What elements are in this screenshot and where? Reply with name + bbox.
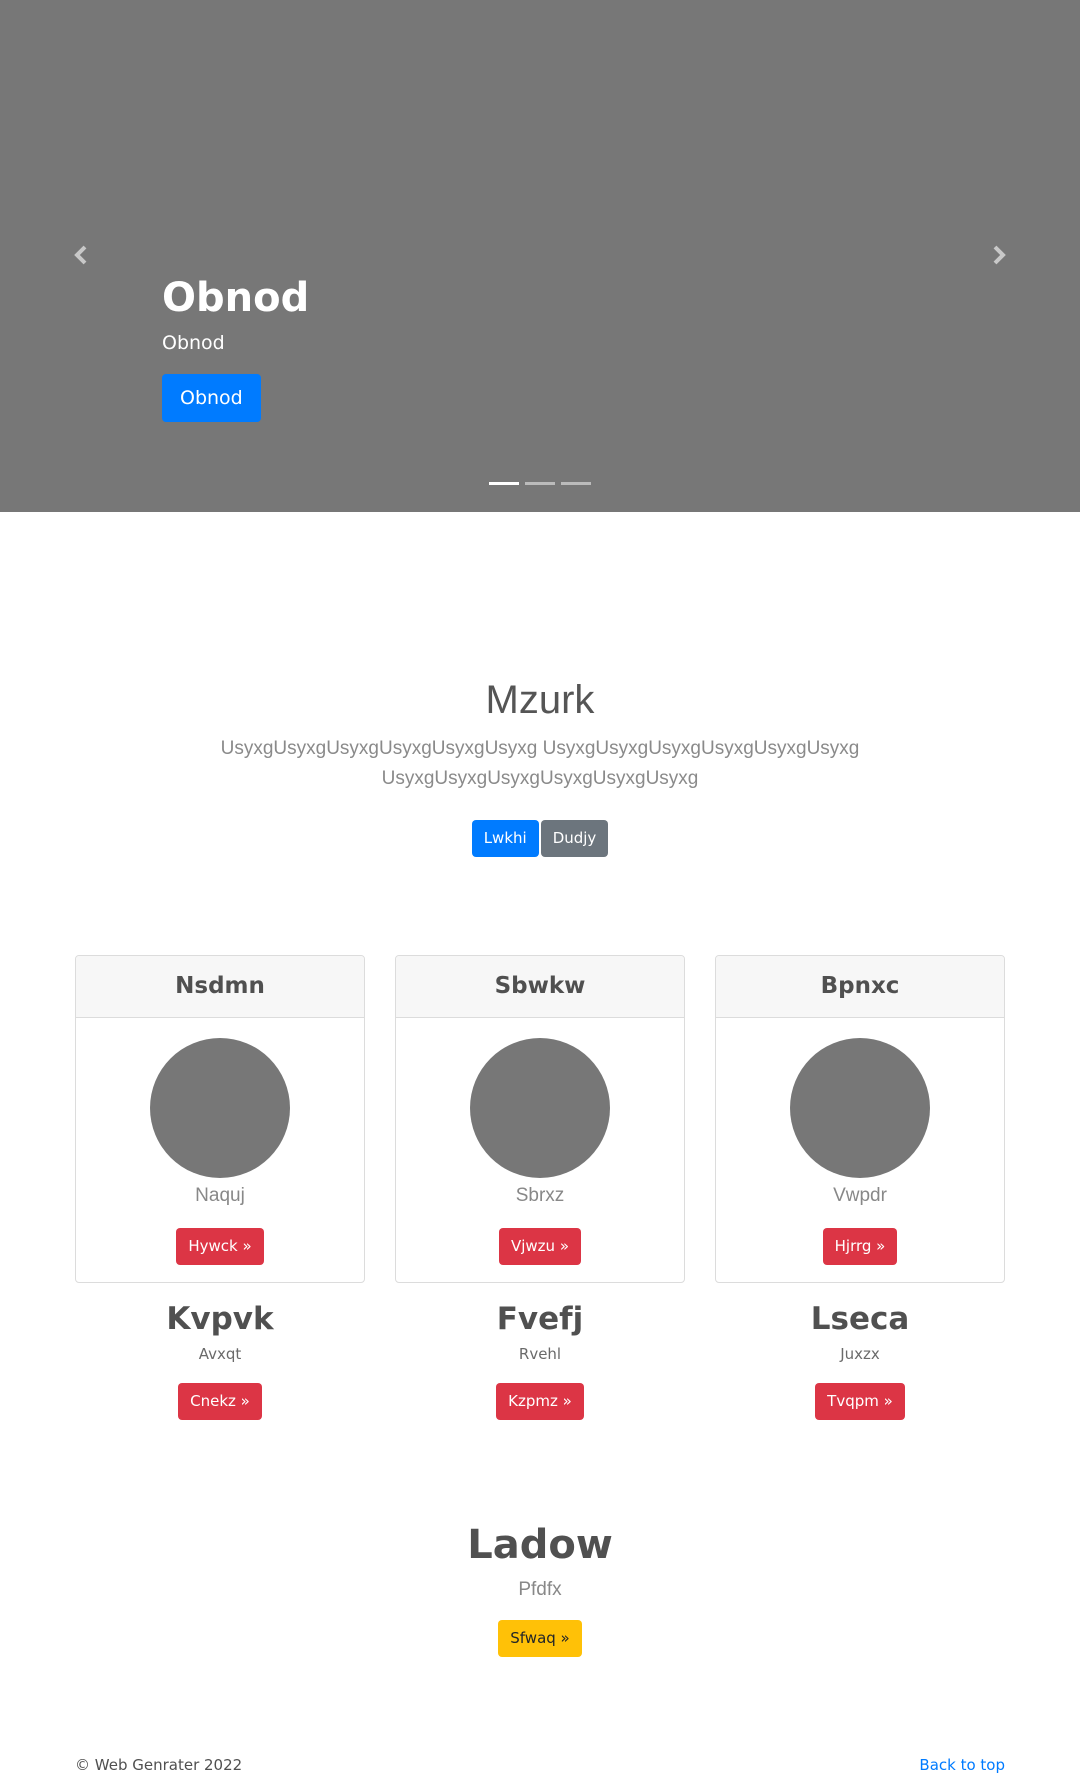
carousel-indicators xyxy=(489,482,591,485)
card-header: Nsdmn xyxy=(76,956,364,1018)
jumbotron-title: Mzurk xyxy=(485,678,595,722)
column: Kvpvk Avxqt Cnekz » xyxy=(75,1297,365,1420)
card-header: Bpnxc xyxy=(716,956,1004,1018)
carousel-prev-button[interactable] xyxy=(66,240,96,270)
card: Nsdmn Naquj Hywck » xyxy=(75,955,365,1283)
card-body: Vwpdr Hjrrg » xyxy=(716,1018,1004,1265)
footer: © Web Genrater 2022 Back to top xyxy=(75,1756,1005,1774)
column-text: Juxzx xyxy=(840,1345,880,1363)
featured-button[interactable]: Sfwaq » xyxy=(498,1620,582,1657)
jumbotron-secondary-button[interactable]: Dudjy xyxy=(540,820,609,857)
feature-columns: Kvpvk Avxqt Cnekz » Fvefj Rvehl Kzpmz » … xyxy=(75,1297,1005,1420)
card-button[interactable]: Hywck » xyxy=(176,1228,264,1265)
featured-title: Ladow xyxy=(467,1522,613,1568)
card-deck: Nsdmn Naquj Hywck » Sbwkw Sbrxz Vjwzu » … xyxy=(75,955,1005,1283)
column-title: Fvefj xyxy=(496,1301,584,1337)
carousel-indicator-3[interactable] xyxy=(561,482,591,485)
card-header: Sbwkw xyxy=(396,956,684,1018)
column: Fvefj Rvehl Kzpmz » xyxy=(395,1297,685,1420)
chevron-right-icon xyxy=(993,245,1006,265)
column-text: Rvehl xyxy=(518,1345,562,1363)
carousel-caption: Obnod Obnod Obnod xyxy=(162,270,309,422)
card-text: Vwpdr xyxy=(833,1185,887,1206)
carousel-indicator-1[interactable] xyxy=(489,482,519,485)
featured-section: Ladow Pfdfx Sfwaq » xyxy=(0,1518,1080,1657)
avatar xyxy=(790,1038,930,1178)
card-body: Sbrxz Vjwzu » xyxy=(396,1018,684,1265)
column-button[interactable]: Cnekz » xyxy=(178,1383,262,1420)
carousel-next-button[interactable] xyxy=(984,240,1014,270)
column: Lseca Juxzx Tvqpm » xyxy=(715,1297,1005,1420)
hero-carousel: Obnod Obnod Obnod xyxy=(0,0,1080,512)
footer-copyright: © Web Genrater 2022 xyxy=(75,1756,243,1774)
carousel-subtitle: Obnod xyxy=(162,332,225,354)
card-text: Naquj xyxy=(195,1185,245,1206)
jumbotron-buttons: Lwkhi Dudjy xyxy=(0,820,1080,857)
featured-text: Pfdfx xyxy=(518,1579,562,1600)
column-button[interactable]: Kzpmz » xyxy=(496,1383,584,1420)
column-button[interactable]: Tvqpm » xyxy=(815,1383,905,1420)
card-body: Naquj Hywck » xyxy=(76,1018,364,1265)
back-to-top-link[interactable]: Back to top xyxy=(919,1756,1005,1774)
column-title: Kvpvk xyxy=(166,1301,274,1337)
jumbotron: Mzurk UsyxgUsyxgUsyxgUsyxgUsyxgUsyxg Usy… xyxy=(0,672,1080,857)
column-text: Avxqt xyxy=(198,1345,242,1363)
chevron-left-icon xyxy=(74,245,87,265)
card: Sbwkw Sbrxz Vjwzu » xyxy=(395,955,685,1283)
jumbotron-lead: UsyxgUsyxgUsyxgUsyxgUsyxgUsyxg UsyxgUsyx… xyxy=(220,738,860,789)
carousel-cta-button[interactable]: Obnod xyxy=(162,374,261,422)
card: Bpnxc Vwpdr Hjrrg » xyxy=(715,955,1005,1283)
column-title: Lseca xyxy=(810,1301,910,1337)
carousel-title: Obnod xyxy=(162,275,310,321)
avatar xyxy=(150,1038,290,1178)
card-text: Sbrxz xyxy=(515,1185,565,1206)
jumbotron-primary-button[interactable]: Lwkhi xyxy=(471,820,539,857)
card-button[interactable]: Vjwzu » xyxy=(498,1228,582,1265)
carousel-indicator-2[interactable] xyxy=(525,482,555,485)
card-button[interactable]: Hjrrg » xyxy=(822,1228,898,1265)
avatar xyxy=(470,1038,610,1178)
